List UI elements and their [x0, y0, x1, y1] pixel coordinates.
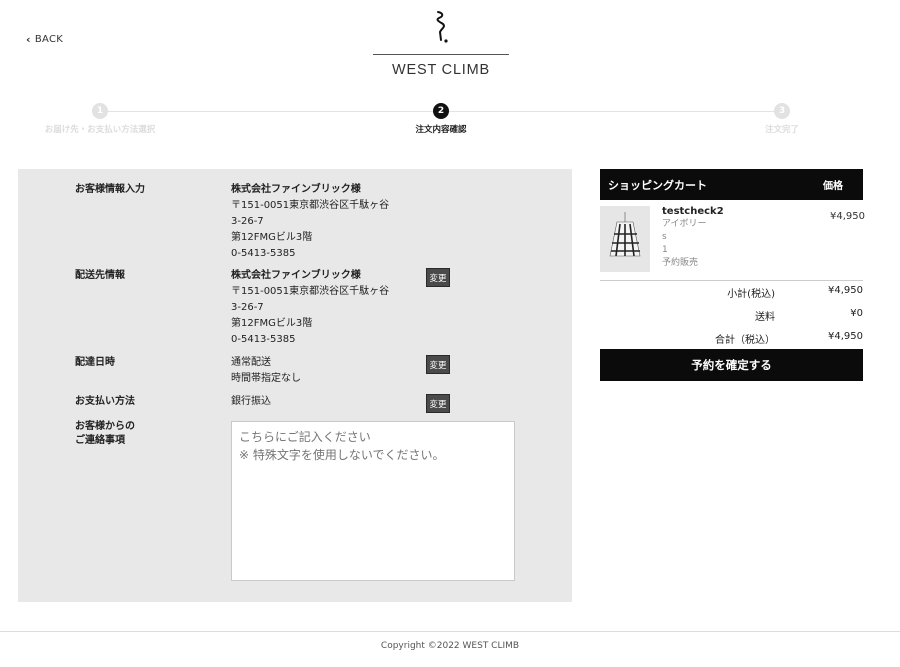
payment-info: 銀行振込 [231, 394, 271, 410]
brand-logo[interactable]: WEST CLIMB [373, 8, 509, 78]
payment-method: 銀行振込 [231, 396, 271, 407]
step-1: 1 お届け先・お支払い方法選択 [0, 103, 200, 135]
step-label: お届け先・お支払い方法選択 [44, 125, 156, 135]
customer-address3: 第12FMGビル3階 [231, 232, 313, 243]
shipping-info-label: 配送先情報 [75, 270, 125, 281]
brand-name: WEST CLIMB [392, 62, 490, 78]
customer-info-label: お客様情報入力 [75, 184, 145, 195]
step-3: 3 注文完了 [682, 103, 882, 135]
step-number: 3 [774, 103, 790, 119]
total-value: ¥4,950 [828, 331, 863, 342]
shipping-change-button[interactable]: 変更 [426, 268, 450, 287]
shipping-fee-label: 送料 [755, 312, 775, 323]
delivery-method: 通常配送 [231, 357, 271, 368]
delivery-datetime-label: 配達日時 [75, 357, 115, 368]
product-thumbnail [600, 206, 650, 272]
cart-divider [600, 280, 863, 281]
customer-company: 株式会社ファインブリック様 [231, 184, 361, 195]
cart-header: ショッピングカート 価格 [600, 169, 863, 200]
delivery-time: 時間帯指定なし [231, 373, 301, 384]
logo-mark-icon [436, 11, 448, 43]
item-size: s [662, 232, 667, 242]
back-link[interactable]: ‹ BACK [26, 33, 63, 46]
cart-title: ショッピングカート [608, 178, 707, 192]
step-label: 注文完了 [764, 125, 799, 135]
chevron-left-icon: ‹ [26, 33, 31, 46]
step-number: 2 [433, 103, 449, 119]
checkout-steps: 1 お届け先・お支払い方法選択 2 注文内容確認 3 注文完了 [0, 100, 900, 140]
confirm-reservation-button[interactable]: 予約を確定する [600, 349, 863, 381]
delivery-change-button[interactable]: 変更 [426, 355, 450, 374]
shipping-company: 株式会社ファインブリック様 [231, 270, 361, 281]
payment-change-button[interactable]: 変更 [426, 394, 450, 413]
shipping-address2: 3-26-7 [231, 302, 264, 313]
footer-divider [0, 631, 900, 632]
subtotal-label: 小計(税込) [727, 289, 775, 300]
item-status: 予約販売 [662, 258, 699, 268]
cart-item-info: testcheck2 アイボリー s 1 予約販売 [662, 205, 724, 270]
customer-address1: 〒151-0051東京都渋谷区千駄ヶ谷 [231, 200, 390, 211]
message-label: お客様からの ご連絡事項 [75, 420, 135, 448]
logo-divider [373, 54, 509, 55]
item-name: testcheck2 [662, 206, 724, 217]
shopping-cart: ショッピングカート 価格 testcheck2 アイボリー s 1 予約販売 ¥… [600, 169, 865, 381]
step-number: 1 [92, 103, 108, 119]
customer-address2: 3-26-7 [231, 216, 264, 227]
step-label: 注文内容確認 [415, 125, 467, 135]
delivery-info: 通常配送 時間帯指定なし [231, 355, 301, 387]
price-header: 価格 [823, 181, 843, 192]
item-price: ¥4,950 [830, 211, 865, 222]
payment-method-label: お支払い方法 [75, 396, 135, 407]
subtotal-value: ¥4,950 [828, 285, 863, 296]
message-label-line2: ご連絡事項 [75, 435, 125, 446]
step-2: 2 注文内容確認 [341, 103, 541, 135]
customer-phone: 0-5413-5385 [231, 248, 296, 259]
copyright: Copyright ©2022 WEST CLIMB [380, 641, 520, 651]
shipping-fee-value: ¥0 [850, 308, 863, 319]
shipping-info: 株式会社ファインブリック様 〒151-0051東京都渋谷区千駄ヶ谷 3-26-7… [231, 268, 389, 348]
shipping-address3: 第12FMGビル3階 [231, 318, 313, 329]
total-label: 合計（税込） [715, 335, 775, 346]
order-details-panel: お客様情報入力 株式会社ファインブリック様 〒151-0051東京都渋谷区千駄ヶ… [18, 169, 572, 602]
message-label-line1: お客様からの [75, 421, 135, 432]
shipping-phone: 0-5413-5385 [231, 334, 296, 345]
item-qty: 1 [662, 245, 668, 255]
customer-message-textarea[interactable] [231, 421, 515, 581]
item-color: アイボリー [662, 219, 707, 229]
customer-info: 株式会社ファインブリック様 〒151-0051東京都渋谷区千駄ヶ谷 3-26-7… [231, 182, 389, 262]
back-label: BACK [34, 34, 64, 45]
shipping-address1: 〒151-0051東京都渋谷区千駄ヶ谷 [231, 286, 390, 297]
